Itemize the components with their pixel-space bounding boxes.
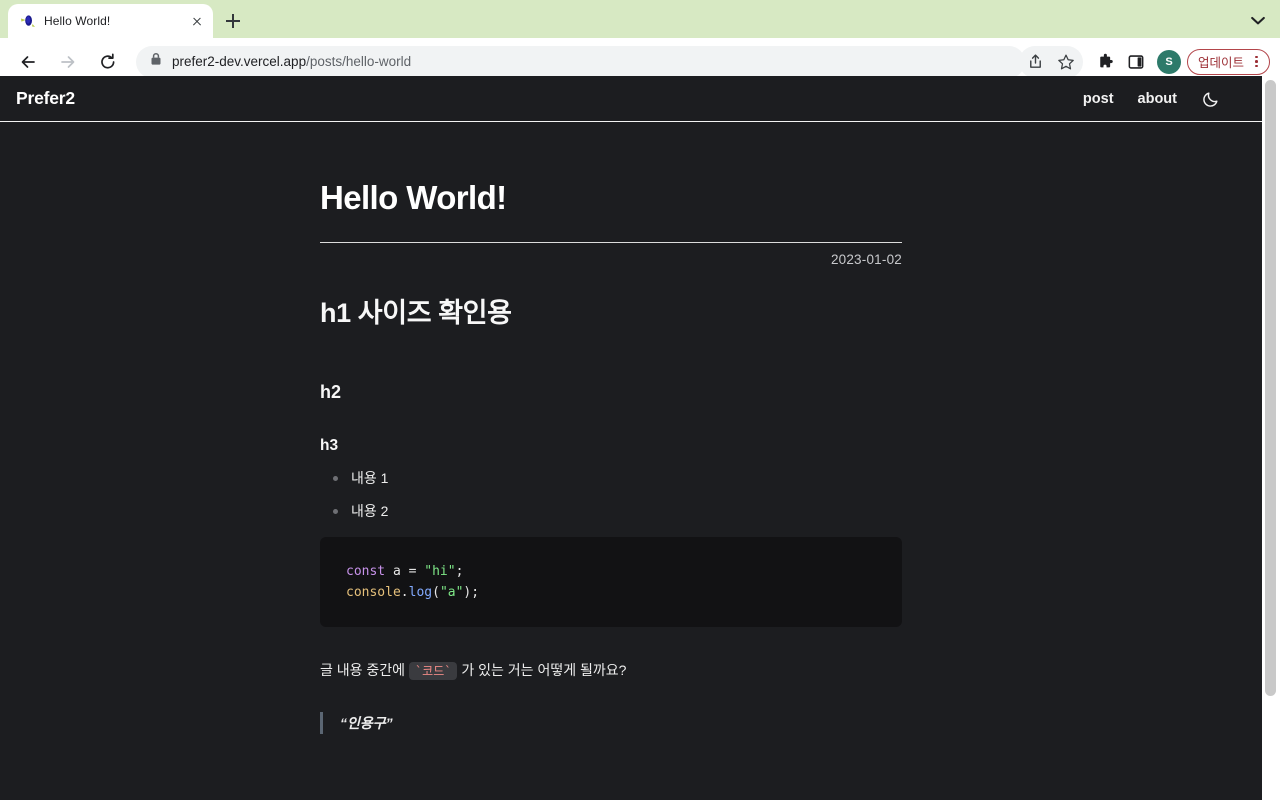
code-block: const a = "hi"; console.log("a"); (320, 536, 902, 627)
post-article: Hello World! 2023-01-02 h1 사이즈 확인용 h2 h3… (320, 122, 902, 734)
title-divider (320, 241, 902, 243)
code-token-paren-open: ( (432, 584, 440, 600)
address-bar-url: prefer2-dev.vercel.app/posts/hello-world (172, 54, 411, 69)
code-token-string: "hi" (424, 563, 456, 579)
post-date: 2023-01-02 (830, 251, 902, 267)
page-viewport: Prefer2 post about Hello World! 2023-01-… (0, 76, 1280, 800)
code-token-keyword: const (346, 563, 386, 579)
web-page: Prefer2 post about Hello World! 2023-01-… (0, 76, 1262, 800)
code-token-semicolon: ; (455, 563, 464, 579)
omnibox-actions (1018, 45, 1083, 78)
star-icon[interactable] (1051, 47, 1081, 77)
chrome-menu-icon[interactable] (1250, 54, 1262, 70)
site-favicon (20, 13, 36, 29)
back-icon[interactable] (12, 46, 44, 78)
tab-strip: Hello World! (0, 0, 1280, 38)
nav-link-post[interactable]: post (1083, 91, 1114, 107)
new-tab-icon[interactable] (219, 7, 247, 35)
heading-h3: h3 (320, 436, 339, 454)
blockquote-text: “인용구” (340, 714, 393, 731)
nav-link-about[interactable]: about (1138, 91, 1177, 107)
lock-icon (150, 52, 162, 71)
browser-window: Hello World! prefer2-dev.vercel.app/post… (0, 0, 1280, 800)
list-item: 내용 1 (320, 471, 902, 485)
blockquote: “인용구” (320, 711, 902, 734)
share-icon[interactable] (1021, 47, 1051, 77)
browser-tab[interactable]: Hello World! (8, 4, 213, 38)
page-scrollbar[interactable] (1262, 76, 1280, 800)
code-token-string: "a" (439, 584, 464, 600)
content-list: 내용 1 내용 2 (320, 471, 902, 518)
list-item: 내용 2 (320, 504, 902, 518)
paragraph-text-before: 글 내용 중간에 (320, 661, 409, 678)
heading-h2: h2 (320, 381, 342, 402)
moon-icon[interactable] (1201, 89, 1221, 109)
avatar[interactable]: S (1156, 49, 1181, 74)
address-bar[interactable]: prefer2-dev.vercel.app/posts/hello-world (136, 45, 1025, 78)
forward-icon[interactable] (52, 46, 84, 78)
heading-h1: h1 사이즈 확인용 (320, 297, 512, 328)
inline-code: `코드` (408, 661, 458, 680)
url-host: prefer2-dev.vercel.app (172, 54, 307, 69)
chevron-down-icon[interactable] (1244, 7, 1272, 35)
site-brand[interactable]: Prefer2 (16, 88, 75, 109)
code-token-object: console (346, 584, 401, 600)
tab-title: Hello World! (44, 14, 111, 28)
update-button[interactable]: 업데이트 (1186, 48, 1270, 75)
code-token-dot: . (400, 584, 409, 600)
scrollbar-thumb[interactable] (1265, 80, 1276, 696)
site-header: Prefer2 post about (0, 76, 1262, 122)
paragraph-text-after: 가 있는 거는 어떻게 될까요? (457, 661, 627, 678)
url-path: /posts/hello-world (306, 54, 412, 69)
puzzle-icon[interactable] (1091, 47, 1121, 77)
reload-icon[interactable] (92, 46, 124, 78)
update-label: 업데이트 (1197, 56, 1244, 70)
code-token-function: log (408, 584, 433, 600)
paragraph: 글 내용 중간에 `코드` 가 있는 거는 어떻게 될까요? (320, 660, 902, 681)
code-token-paren-close: ); (463, 584, 480, 600)
page-title: Hello World! (320, 179, 507, 216)
code-token-operator: = (408, 563, 425, 579)
site-nav: post about (1083, 89, 1246, 109)
code-token-variable: a (385, 563, 409, 579)
side-panel-icon[interactable] (1121, 47, 1151, 77)
close-icon[interactable] (189, 13, 205, 29)
